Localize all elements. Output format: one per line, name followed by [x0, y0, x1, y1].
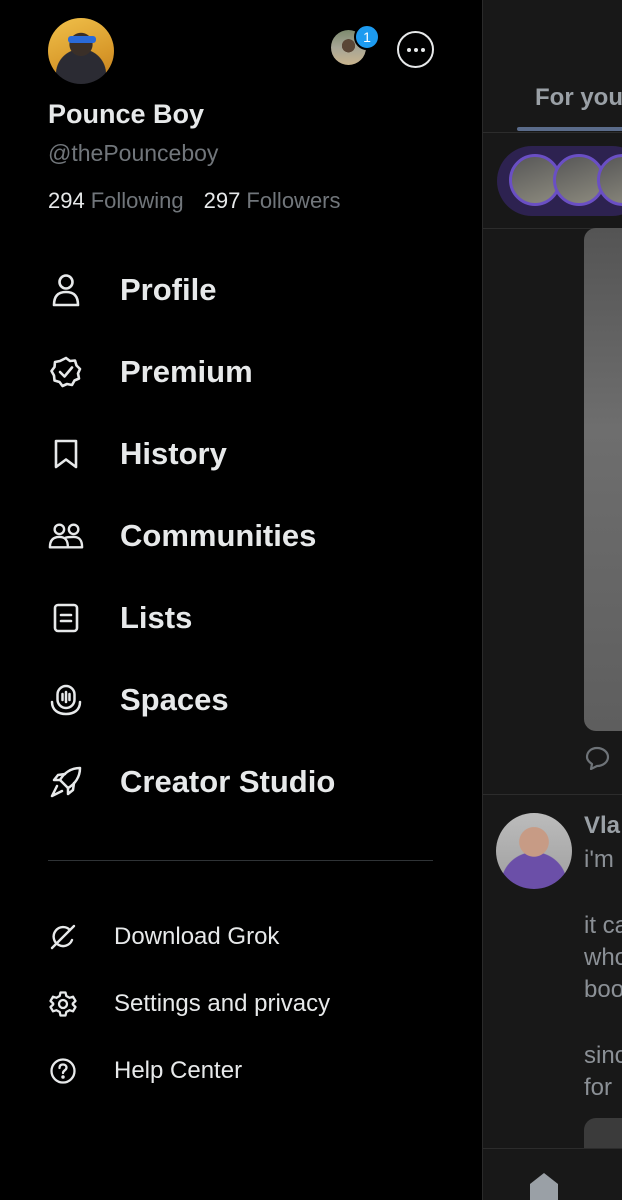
help-icon: [48, 1056, 78, 1086]
nav-label: Spaces: [120, 682, 229, 717]
nav-item-premium[interactable]: Premium: [48, 348, 253, 396]
following-link[interactable]: 294 Following: [48, 188, 184, 214]
followers-count: 297: [203, 188, 241, 213]
following-label: Following: [90, 188, 184, 213]
communities-icon: [48, 518, 84, 554]
dot-icon: [406, 47, 411, 52]
profile-name[interactable]: Pounce Boy: [48, 99, 204, 130]
menu-item-help-center[interactable]: Help Center: [48, 1053, 242, 1089]
rocket-icon: [48, 764, 84, 800]
post-text-line: it ca: [584, 912, 622, 939]
menu-label: Download Grok: [114, 923, 280, 950]
notification-badge: 1: [354, 24, 380, 50]
feed-divider: [483, 794, 622, 795]
grok-icon: [48, 922, 78, 952]
list-icon: [48, 600, 84, 636]
reply-icon[interactable]: [585, 746, 611, 770]
person-icon: [48, 272, 84, 308]
nav-label: Creator Studio: [120, 764, 336, 799]
post-text-line: i'm: [584, 846, 614, 873]
home-icon[interactable]: [527, 1170, 561, 1200]
nav-label: Lists: [120, 600, 193, 635]
nav-item-spaces[interactable]: Spaces: [48, 676, 229, 724]
menu-item-settings[interactable]: Settings and privacy: [48, 986, 330, 1022]
follow-stats: 294 Following 297 Followers: [48, 188, 341, 214]
verified-badge-icon: [48, 354, 84, 390]
menu-label: Help Center: [114, 1057, 243, 1084]
tab-underline: [517, 127, 622, 131]
dot-icon: [420, 47, 425, 52]
tab-for-you[interactable]: For you: [535, 84, 622, 112]
followers-label: Followers: [246, 188, 341, 213]
post-text-line: boo: [584, 976, 622, 1003]
post-author-name[interactable]: Vla: [584, 812, 620, 840]
post-text-line: for: [584, 1074, 613, 1101]
dot-icon: [413, 47, 418, 52]
post-text-line: sinc: [584, 1042, 622, 1069]
nav-label: History: [120, 436, 227, 471]
side-drawer: 1 Pounce Boy @thePounceboy 294 Following …: [0, 0, 482, 1200]
post-text-line: who: [584, 944, 622, 971]
bookmark-icon: [48, 436, 84, 472]
post-author-avatar[interactable]: [496, 813, 572, 889]
nav-item-lists[interactable]: Lists: [48, 594, 192, 642]
menu-item-download-grok[interactable]: Download Grok: [48, 919, 279, 955]
nav-item-history[interactable]: History: [48, 430, 227, 478]
following-count: 294: [48, 188, 85, 213]
profile-handle: @thePounceboy: [48, 140, 219, 166]
feed-divider: [483, 132, 622, 133]
nav-label: Premium: [120, 354, 253, 389]
nav-item-profile[interactable]: Profile: [48, 266, 216, 314]
home-feed-overlay[interactable]: For you Vla i'm it ca who boo sinc for: [482, 0, 622, 1200]
followers-link[interactable]: 297 Followers: [204, 188, 341, 214]
nav-item-creator-studio[interactable]: Creator Studio: [48, 758, 335, 806]
nav-label: Communities: [120, 518, 317, 553]
post-media[interactable]: [584, 228, 622, 731]
nav-item-communities[interactable]: Communities: [48, 512, 316, 560]
profile-avatar[interactable]: [48, 18, 114, 84]
nav-label: Profile: [120, 272, 217, 307]
gear-icon: [48, 989, 78, 1019]
spaces-icon: [48, 682, 84, 718]
menu-divider: [48, 860, 433, 861]
menu-label: Settings and privacy: [114, 990, 331, 1017]
more-options-button[interactable]: [397, 31, 434, 68]
